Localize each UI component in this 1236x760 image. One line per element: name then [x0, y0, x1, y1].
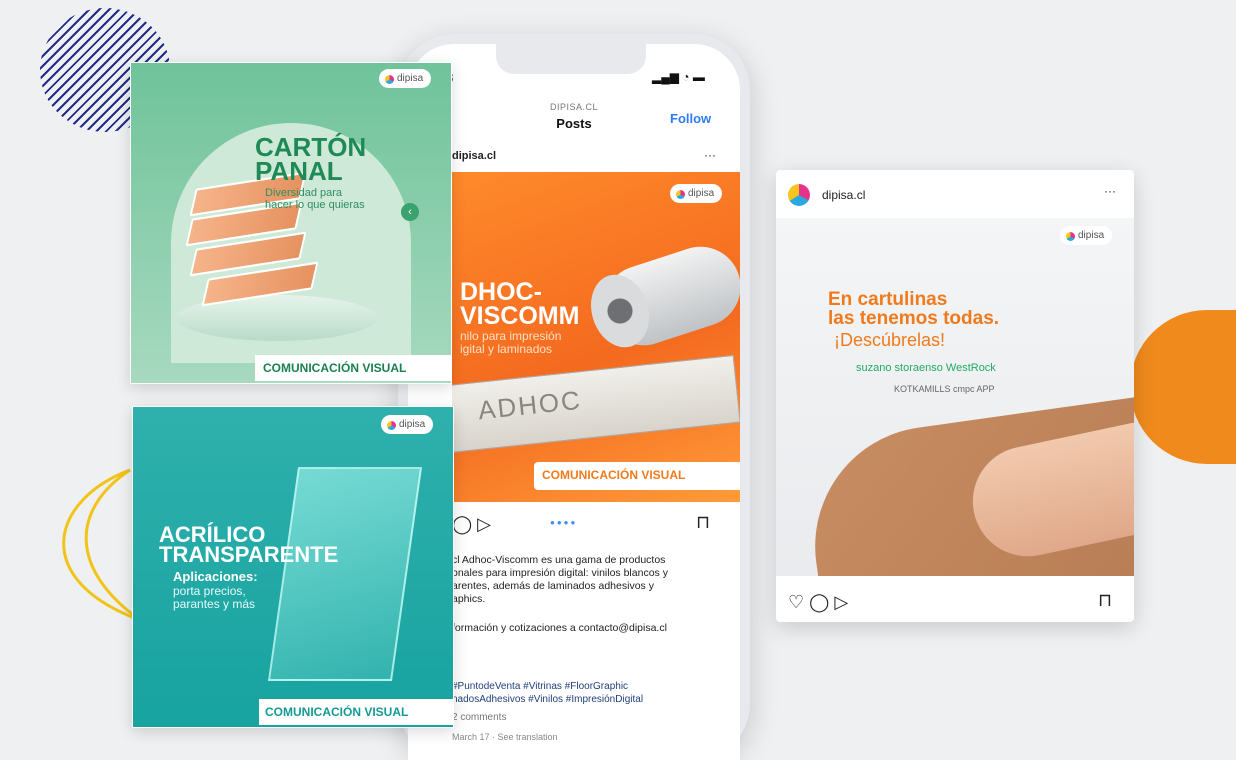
- ad-title-line1: DHOC-: [460, 278, 542, 306]
- brand-logos-row2: KOTKAMILLS cmpc APP: [894, 384, 995, 394]
- carton-card: dipisa CARTÓN PANAL Diversidad para hace…: [130, 62, 452, 384]
- phone-screen: 3 ▂▄▆ ◔ ▬ DIPISA.CL Posts Follow dipisa.…: [408, 44, 740, 760]
- acrylic-title: ACRÍLICO TRANSPARENTE: [159, 524, 339, 567]
- cv-label: COMUNICACIÓN VISUAL: [265, 705, 409, 719]
- post-date: March 17 · See translation: [452, 732, 558, 742]
- acrylic-title-line2: TRANSPARENTE: [159, 542, 339, 567]
- carton-title: CARTÓN PANAL: [255, 134, 366, 186]
- carton-subtitle: Diversidad para hacer lo que quieras: [265, 187, 365, 211]
- brand-tag: dipisa: [381, 415, 434, 434]
- comment-icon[interactable]: ◯: [452, 514, 472, 534]
- hashtag-line[interactable]: #PuntodeVenta #Vitrinas #FloorGraphic: [452, 680, 732, 693]
- cv-label: COMUNICACIÓN VISUAL: [263, 361, 407, 375]
- orange-semicircle-decoration: [1130, 310, 1236, 464]
- hashtag-line[interactable]: nadosAdhesivos #Vinilos #ImpresiónDigita…: [452, 693, 732, 706]
- post-username[interactable]: dipisa.cl: [822, 188, 865, 202]
- heart-icon[interactable]: ♡: [788, 592, 804, 612]
- brand-logos-row1: suzano storaenso WestRock: [856, 362, 996, 374]
- bookmark-icon[interactable]: ⊓: [1098, 590, 1112, 611]
- post-caption: cl Adhoc-Viscomm es una gama de producto…: [452, 554, 722, 606]
- caption-contact: formación y cotizaciones a contacto@dipi…: [452, 622, 667, 634]
- dipisa-logo-icon: [676, 190, 685, 199]
- carton-title-line2: PANAL: [255, 156, 343, 186]
- cartulinas-title-line2: las tenemos todas.: [828, 308, 1000, 329]
- post-username[interactable]: dipisa.cl: [452, 150, 496, 162]
- cartulinas-title-line1: En cartulinas: [828, 289, 948, 310]
- carton-sub-line1: Diversidad para: [265, 187, 343, 199]
- brand-tag: dipisa: [670, 184, 723, 203]
- chevron-left-icon[interactable]: ‹: [401, 203, 419, 221]
- brand-tag: dipisa: [379, 69, 432, 88]
- cv-label: COMUNICACIÓN VISUAL: [542, 468, 686, 482]
- avatar[interactable]: [788, 184, 810, 206]
- share-icon[interactable]: ▷: [477, 514, 491, 534]
- ad-title: DHOC- VISCOMM: [460, 278, 580, 330]
- caption-line: arentes, además de laminados adhesivos y: [452, 580, 654, 592]
- status-icons: ▂▄▆ ◔ ▬: [652, 70, 705, 84]
- hashtags: #PuntodeVenta #Vitrinas #FloorGraphic na…: [452, 680, 732, 706]
- carton-sub-line2: hacer lo que quieras: [265, 199, 365, 211]
- applications-label: Aplicaciones:: [173, 569, 258, 584]
- acrylic-holder-image: [267, 467, 423, 681]
- ad-subtitle: nilo para impresión igital y laminados: [460, 330, 561, 356]
- bookmark-icon[interactable]: ⊓: [696, 512, 710, 533]
- post-actions: ◯ ▷: [452, 514, 491, 535]
- brand-tag: dipisa: [1060, 226, 1113, 245]
- caption-line: cl Adhoc-Viscomm es una gama de producto…: [452, 554, 666, 566]
- caption-line: onales para impresión digital: vinilos b…: [452, 567, 668, 579]
- brand-tag-label: dipisa: [1078, 230, 1105, 241]
- brand-tag-label: dipisa: [397, 73, 424, 84]
- dipisa-logo-icon: [1066, 232, 1075, 241]
- share-icon[interactable]: ▷: [834, 592, 848, 612]
- cartulinas-subtitle: ¡Descúbrelas!: [834, 330, 946, 350]
- post-image[interactable]: dipisa DHOC- VISCOMM nilo para impresión…: [452, 172, 740, 502]
- brand-tag-label: dipisa: [688, 188, 715, 199]
- more-options-icon[interactable]: ···: [704, 148, 716, 162]
- applications-text: porta precios, parantes y más: [173, 585, 255, 611]
- dipisa-logo-icon: [385, 75, 394, 84]
- dipisa-logo-icon: [387, 421, 396, 430]
- brand-tag-label: dipisa: [399, 419, 426, 430]
- acrylic-sub-line2: parantes y más: [173, 597, 256, 611]
- carousel-dots: ●●●●: [550, 518, 578, 527]
- acrylic-card: dipisa ACRÍLICO TRANSPARENTE Aplicacione…: [132, 406, 454, 728]
- cartulinas-title: En cartulinas las tenemos todas.: [828, 290, 999, 328]
- caption-line: aphics.: [452, 593, 486, 605]
- post-image[interactable]: dipisa En cartulinas las tenemos todas. …: [776, 218, 1134, 576]
- more-options-icon[interactable]: ···: [1104, 184, 1116, 198]
- phone-notch: [496, 44, 646, 74]
- comment-icon[interactable]: ◯: [809, 592, 829, 612]
- post-actions: ♡ ◯ ▷: [788, 592, 848, 613]
- cartulinas-post-card: dipisa.cl ··· dipisa En cartulinas las t…: [776, 170, 1134, 622]
- follow-button[interactable]: Follow: [670, 111, 711, 126]
- ad-sub-line2: igital y laminados: [460, 342, 553, 356]
- comments-link[interactable]: 2 comments: [452, 712, 506, 723]
- ad-title-line2: VISCOMM: [460, 302, 580, 330]
